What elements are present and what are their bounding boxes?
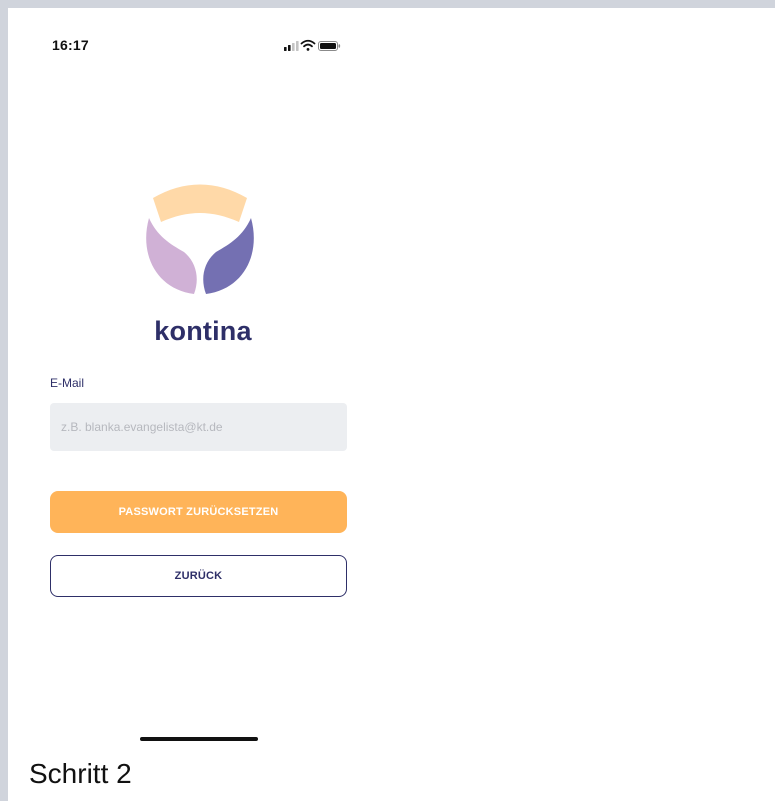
reset-password-button[interactable]: PASSWORT ZURÜCKSETZEN — [50, 491, 347, 533]
email-label: E-Mail — [50, 376, 85, 390]
wifi-icon — [300, 39, 316, 51]
status-bar-time: 16:17 — [52, 37, 89, 53]
logo-lilac-leaf — [146, 218, 197, 294]
window-frame-left — [0, 0, 8, 801]
logo-peach-arc — [153, 184, 247, 222]
status-bar-icons — [284, 39, 341, 51]
email-input[interactable] — [50, 403, 347, 451]
home-indicator[interactable] — [140, 737, 258, 741]
cellular-signal-icon — [284, 41, 299, 51]
kontina-logo-icon — [146, 184, 254, 294]
logo-purple-leaf — [203, 218, 254, 294]
step-caption: Schritt 2 — [29, 758, 132, 789]
brand-name: kontina — [154, 316, 252, 346]
window-frame-top — [0, 0, 775, 8]
battery-icon — [318, 41, 341, 51]
back-button[interactable]: ZURÜCK — [50, 555, 347, 597]
